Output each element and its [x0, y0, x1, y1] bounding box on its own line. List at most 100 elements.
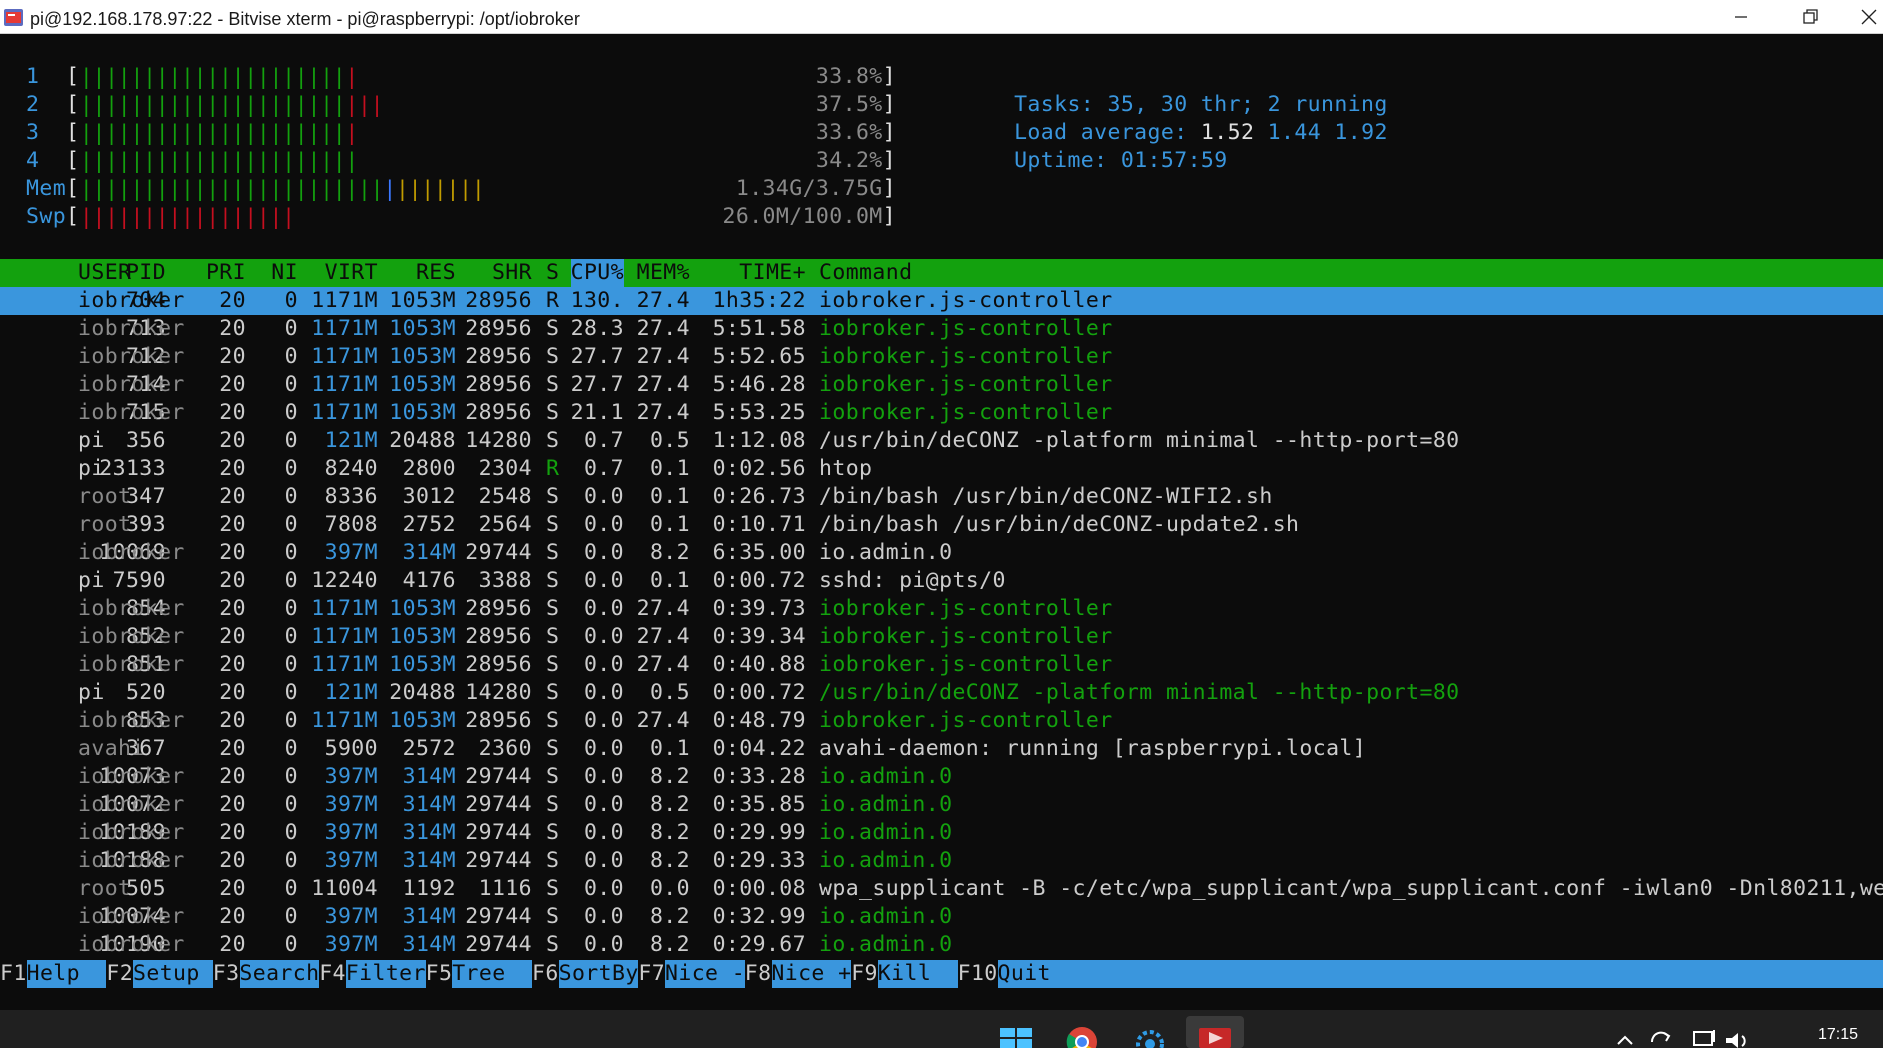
settings-gear-icon[interactable]	[1132, 1024, 1168, 1048]
fkey-label-f3[interactable]: Search	[239, 960, 319, 988]
fkey-label-f6[interactable]: SortBy	[559, 960, 639, 988]
cell-time: 0:00.72	[712, 680, 806, 705]
process-row[interactable]: 712 iobroker 20 0 1171M 1053M 28956 S 27.7 27.4 5:…	[0, 343, 1883, 371]
process-row[interactable]: 505 root 20 0 11004 1192 1116 S 0.0 0.0 0:00.08 wpa…	[0, 875, 1883, 903]
volume-icon[interactable]	[1722, 1024, 1752, 1048]
process-row[interactable]: 10188 iobroker 20 0 397M 314M 29744 S 0.0 8.2 0:29…	[0, 847, 1883, 875]
process-row[interactable]: 10072 iobroker 20 0 397M 314M 29744 S 0.0 8.2 0:35…	[0, 791, 1883, 819]
process-row[interactable]: 347 root 20 0 8336 3012 2548 S 0.0 0.1 0:26.73/bin…	[0, 483, 1883, 511]
cell-res: 20488	[389, 428, 456, 453]
cell-ni: 0	[284, 596, 298, 621]
fkey-f7[interactable]: F7	[638, 960, 666, 988]
cell-ni: 0	[284, 792, 298, 817]
cell-cmd: iobroker.js-controller	[819, 596, 1113, 621]
process-row[interactable]: 715 iobroker 20 0 1171M 1053M 28956 S 21.1 27.4 5:…	[0, 399, 1883, 427]
process-row[interactable]: 853 iobroker 20 0 1171M 1053M 28956 S 0.0 27.4 0:4…	[0, 707, 1883, 735]
selected-process-row[interactable]: 704 iobroker 20 0 1171M 1053M 28956 R 130. 27.4 1h…	[0, 287, 1883, 315]
column-header-pid[interactable]: PID	[126, 259, 166, 287]
process-row[interactable]: 852 iobroker 20 0 1171M 1053M 28956 S 0.0 27.4 0:3…	[0, 623, 1883, 651]
fkey-f4[interactable]: F4	[319, 960, 346, 988]
column-header-s[interactable]: S	[546, 259, 559, 287]
meter-label: 4	[26, 148, 40, 173]
process-row[interactable]: 10074 iobroker 20 0 397M 314M 29744 S 0.0 8.2 0:32…	[0, 903, 1883, 931]
minimize-icon[interactable]	[1730, 6, 1752, 28]
cell-time: 0:26.73	[712, 484, 806, 509]
column-header-cpu[interactable]: CPU%	[570, 259, 624, 287]
restore-icon[interactable]	[1800, 6, 1822, 28]
cell-ni: 0	[284, 400, 298, 425]
cell-res: 1053M	[389, 400, 456, 425]
column-header-time[interactable]: TIME+	[739, 259, 806, 287]
column-header-res[interactable]: RES	[416, 259, 456, 287]
process-row[interactable]: 10190 iobroker 20 0 397M 314M 29744 S 0.0 8.2 0:29…	[0, 931, 1883, 959]
fkey-f10[interactable]: F10	[957, 960, 998, 988]
fkey-label-f1[interactable]: Help	[27, 960, 107, 988]
fkey-label-f8[interactable]: Nice +	[771, 960, 851, 988]
chevron-up-icon[interactable]	[1612, 1024, 1638, 1048]
process-row[interactable]: 10189 iobroker 20 0 397M 314M 29744 S 0.0 8.2 0:29…	[0, 819, 1883, 847]
chrome-icon[interactable]	[1064, 1024, 1100, 1048]
meter-segment-red: |	[345, 65, 359, 89]
cell-time: 0:48.79	[712, 708, 806, 733]
cell-res: 2572	[402, 736, 456, 761]
column-header-command[interactable]: Command	[819, 259, 912, 287]
fkey-label-f9[interactable]: Kill	[878, 960, 958, 988]
fkey-f3[interactable]: F3	[212, 960, 240, 988]
cell-time: 1h35:22	[712, 288, 806, 313]
fkey-f6[interactable]: F6	[532, 960, 559, 988]
process-row[interactable]: 393 root 20 0 7808 2752 2564 S 0.0 0.1 0:10.71/bin…	[0, 511, 1883, 539]
column-header-mem[interactable]: MEM%	[637, 259, 690, 287]
column-header-virt[interactable]: VIRT	[325, 259, 378, 287]
process-row[interactable]: 23133 pi 20 0 8240 2800 2304 R 0.7 0.1 0:02.56 htop	[0, 455, 1883, 483]
fkey-f5[interactable]: F5	[425, 960, 453, 988]
bitvise-xterm-icon[interactable]	[1197, 1024, 1233, 1048]
fkey-f9[interactable]: F9	[851, 960, 878, 988]
process-row[interactable]: 7590 pi 20 0 12240 4176 3388 S 0.0 0.1 0:00.72 sshd…	[0, 567, 1883, 595]
cell-time: 0:40.88	[712, 652, 806, 677]
cell-shr: 29744	[465, 792, 532, 817]
column-header-shr[interactable]: SHR	[492, 259, 532, 287]
close-icon[interactable]	[1858, 6, 1880, 28]
fkey-f2[interactable]: F2	[106, 960, 134, 988]
fkey-label-f4[interactable]: Filter	[346, 960, 426, 988]
terminal-area[interactable]: 1[|||||||||||||||||||||| 33.8%] 2[||||||||…	[0, 35, 1883, 1010]
cell-s: S	[546, 848, 560, 873]
sync-icon[interactable]	[1646, 1024, 1676, 1048]
process-row[interactable]: 854 iobroker 20 0 1171M 1053M 28956 S 0.0 27.4 0:3…	[0, 595, 1883, 623]
taskbar-clock[interactable]: 17:15	[1818, 1026, 1858, 1044]
process-row[interactable]: 367 avahi 20 0 5900 2572 2360 S 0.0 0.1 0:04.22 ava…	[0, 735, 1883, 763]
cell-mem: 27.4	[636, 708, 690, 733]
process-row[interactable]: 10073 iobroker 20 0 397M 314M 29744 S 0.0 8.2 0:33…	[0, 763, 1883, 791]
process-row[interactable]: 356 pi 20 0 121M 20488 14280 S 0.7 0.5 1:12.08/usr…	[0, 427, 1883, 455]
fkey-label-f5[interactable]: Tree	[452, 960, 532, 988]
cell-mem: 0.5	[649, 680, 690, 705]
fkey-f8[interactable]: F8	[744, 960, 772, 988]
process-row[interactable]: 520 pi 20 0 121M 20488 14280 S 0.0 0.5 0:00.72/usr…	[0, 679, 1883, 707]
meter-open-bracket: [	[66, 120, 80, 145]
column-header-user[interactable]: USER	[78, 259, 131, 287]
cell-pri: 20	[219, 876, 246, 901]
column-header-ni[interactable]: NI	[271, 259, 298, 287]
process-row[interactable]: 713 iobroker 20 0 1171M 1053M 28956 S 28.3 27.4 5:…	[0, 315, 1883, 343]
cell-cpu: 0.0	[583, 792, 624, 817]
cell-s: S	[546, 484, 560, 509]
cell-s: S	[546, 596, 560, 621]
fkey-label-f7[interactable]: Nice -	[665, 960, 745, 988]
cell-cmd: io.admin.0	[819, 764, 953, 789]
cell-ni: 0	[284, 344, 298, 369]
cell-res: 1053M	[389, 344, 456, 369]
fkey-label-f2[interactable]: Setup	[133, 960, 213, 988]
cell-pri: 20	[219, 820, 246, 845]
fkey-f1[interactable]: F1	[0, 960, 27, 988]
start-icon[interactable]	[998, 1024, 1034, 1048]
cell-s: S	[546, 372, 560, 397]
process-row[interactable]: 10069 iobroker 20 0 397M 314M 29744 S 0.0 8.2 6:35…	[0, 539, 1883, 567]
process-row[interactable]: 714 iobroker 20 0 1171M 1053M 28956 S 27.7 27.4 5:…	[0, 371, 1883, 399]
fkey-label-f10[interactable]: Quit	[998, 960, 1051, 988]
meter-value: 26.0M/100.0M]	[722, 204, 896, 229]
process-row[interactable]: 851 iobroker 20 0 1171M 1053M 28956 S 0.0 27.4 0:4…	[0, 651, 1883, 679]
cell-res: 1192	[402, 876, 456, 901]
column-header-pri[interactable]: PRI	[206, 259, 246, 287]
cell-shr: 2548	[478, 484, 532, 509]
network-icon[interactable]	[1690, 1024, 1720, 1048]
